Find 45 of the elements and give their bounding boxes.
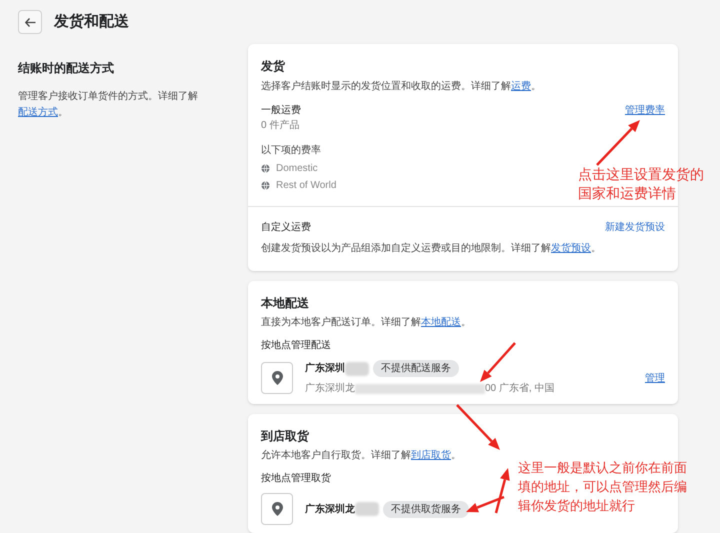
arrow-drawing xyxy=(596,120,640,166)
learn-more-link[interactable]: 到店取货 xyxy=(411,450,451,461)
description: 直接为本地客户配送订单。详细了解本地配送。 xyxy=(261,316,471,330)
section-label: 按地点管理配送 xyxy=(261,338,331,353)
status-badge: 不提供配送服务 xyxy=(373,360,459,377)
description: 选择客户结账时显示的发货位置和收取的运费。详细了解运费。 xyxy=(261,80,541,94)
card-title: 到店取货 xyxy=(261,428,309,445)
learn-more-link[interactable]: 本地配送 xyxy=(421,317,461,328)
annotation-text: 这里一般是默认之前你在前面 填的地址，可以点管理然后编 辑你发货的地址就行 xyxy=(518,459,687,515)
description: 管理客户接收订单货件的方式。详细了解 配送方式。 xyxy=(18,90,199,120)
blurred-region xyxy=(355,502,379,516)
learn-more-link[interactable]: 运费 xyxy=(511,81,531,92)
description: 允许本地客户自行取货。详细了解到店取货。 xyxy=(261,448,461,463)
status-badge: 不提供取货服务 xyxy=(383,500,469,518)
learn-more-link[interactable]: 发货预设 xyxy=(551,243,591,254)
section-title: 结账时的配送方式 xyxy=(18,60,115,77)
manage-link[interactable]: 管理 xyxy=(645,370,665,386)
address-text: 广东深圳龙 xyxy=(305,382,355,396)
custom-rates-title: 自定义运费 xyxy=(261,220,311,235)
learn-more-link[interactable]: 配送方式 xyxy=(18,107,58,118)
back-button[interactable] xyxy=(18,10,42,34)
location-name: 广东深圳 xyxy=(305,361,345,376)
arrow-drawing xyxy=(480,342,516,382)
section-label: 按地点管理取货 xyxy=(261,472,331,486)
rate-title: 一般运费 xyxy=(261,104,301,118)
annotation-text: 点击这里设置发货的 国家和运费详情 xyxy=(578,165,704,203)
back-arrow-icon xyxy=(24,18,36,26)
map-pin-icon xyxy=(272,371,282,385)
location-name: 广东深圳龙 xyxy=(305,502,355,516)
zone-name: Rest of World xyxy=(276,179,336,193)
globe-icon xyxy=(261,164,270,173)
blurred-region xyxy=(345,362,369,376)
address-text: 00 广东省, 中国 xyxy=(485,382,554,396)
product-count: 0 件产品 xyxy=(261,118,300,133)
new-profile-link[interactable]: 新建发货预设 xyxy=(605,220,665,235)
zone-name: Domestic xyxy=(276,162,318,176)
manage-rates-link[interactable]: 管理费率 xyxy=(625,103,665,118)
map-pin-icon xyxy=(272,502,282,516)
card-title: 本地配送 xyxy=(261,295,309,312)
card-title: 发货 xyxy=(261,58,286,75)
description: 创建发货预设以为产品组添加自定义运费或目的地限制。详细了解发货预设。 xyxy=(261,242,601,256)
page-title: 发货和配送 xyxy=(54,12,129,32)
rates-heading: 以下项的费率 xyxy=(261,144,322,158)
globe-icon xyxy=(261,181,270,190)
arrow-drawing xyxy=(456,404,500,450)
